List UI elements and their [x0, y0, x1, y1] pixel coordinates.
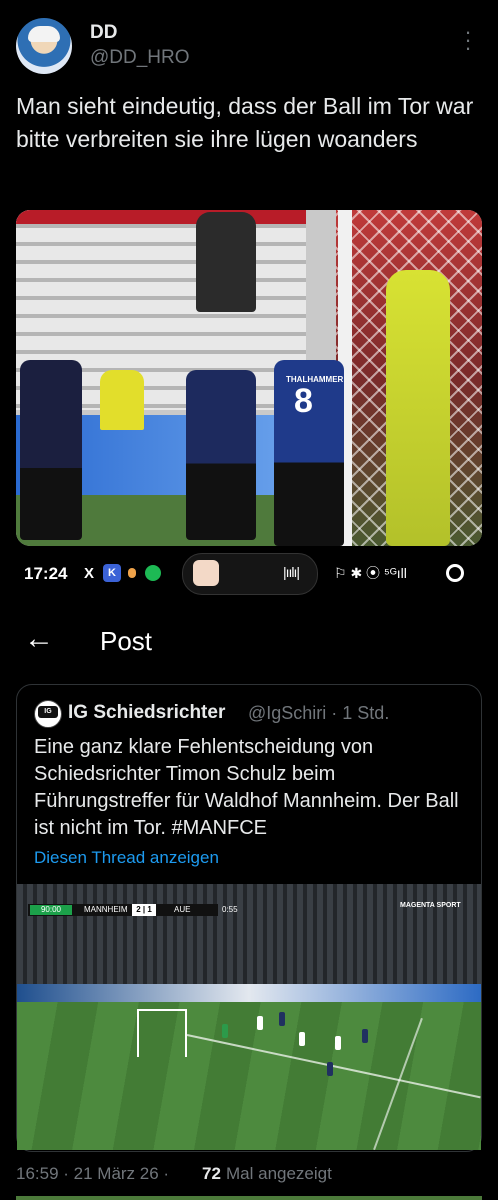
x-app-icon: X	[84, 565, 95, 582]
quote-meta: @IgSchiri · 1 Std.	[248, 703, 390, 723]
crowd	[17, 884, 481, 988]
view-label: Mal angezeigt	[226, 1164, 332, 1183]
pitch	[17, 1002, 481, 1150]
author-handle[interactable]: @DD_HRO	[90, 47, 190, 69]
back-arrow-icon[interactable]: ←	[24, 624, 54, 654]
status-icons: ⚐ ✱ ⦿ ⁵ᴳıll	[334, 565, 407, 581]
stand-roof	[16, 210, 306, 224]
goalkeeper	[386, 270, 450, 546]
player	[362, 1029, 368, 1043]
score-team-away: AUE	[174, 905, 191, 914]
score-minute: 90:00	[30, 905, 72, 915]
audio-wave-icon: |ıılı|	[283, 564, 300, 580]
island-thumbnail	[193, 560, 219, 586]
player	[222, 1024, 228, 1038]
player-number: 8	[294, 382, 313, 420]
score-clock: 0:55	[222, 905, 238, 914]
view-count: 72	[202, 1164, 221, 1183]
author-name[interactable]: DD	[90, 22, 117, 44]
score-value: 2 | 1	[132, 904, 156, 916]
spectators	[196, 212, 256, 312]
notification-icon	[128, 568, 136, 578]
show-thread-link[interactable]: Diesen Thread anzeigen	[34, 848, 219, 868]
quote-text: Eine ganz klare Fehlentscheidung von Sch…	[34, 736, 459, 839]
ad-boards	[17, 984, 481, 1002]
quote-avatar-logo: IG	[38, 706, 58, 718]
page-title: Post	[100, 626, 153, 656]
player-left	[20, 360, 82, 540]
avatar-hat	[28, 26, 60, 42]
tweet-text: Man sieht eindeutig, dass der Ball im To…	[16, 93, 474, 152]
spotify-icon	[145, 565, 161, 581]
player-middle	[186, 370, 256, 540]
goal	[137, 1009, 187, 1057]
battery-ring-icon	[446, 564, 464, 582]
post-timestamp[interactable]: 16:59 · 21 März 26 ·	[16, 1164, 169, 1184]
more-icon[interactable]: · · ·	[458, 21, 478, 59]
player	[257, 1016, 263, 1030]
player	[279, 1012, 285, 1026]
quote-author-name[interactable]: IG Schiedsrichter	[68, 702, 225, 724]
player	[335, 1036, 341, 1050]
player	[299, 1032, 305, 1046]
next-media-edge	[16, 1196, 482, 1200]
steward	[100, 370, 144, 430]
status-time: 17:24	[24, 564, 68, 583]
broadcaster-logo: MAGENTA SPORT	[400, 902, 461, 909]
player	[327, 1062, 333, 1076]
author-avatar[interactable]	[16, 18, 72, 74]
score-team-home: MANNHEIM	[84, 905, 128, 914]
tweet-photo[interactable]: THALHAMMER 8	[16, 210, 482, 546]
quote-video[interactable]	[17, 884, 481, 1150]
k-app-icon: K	[103, 564, 121, 582]
